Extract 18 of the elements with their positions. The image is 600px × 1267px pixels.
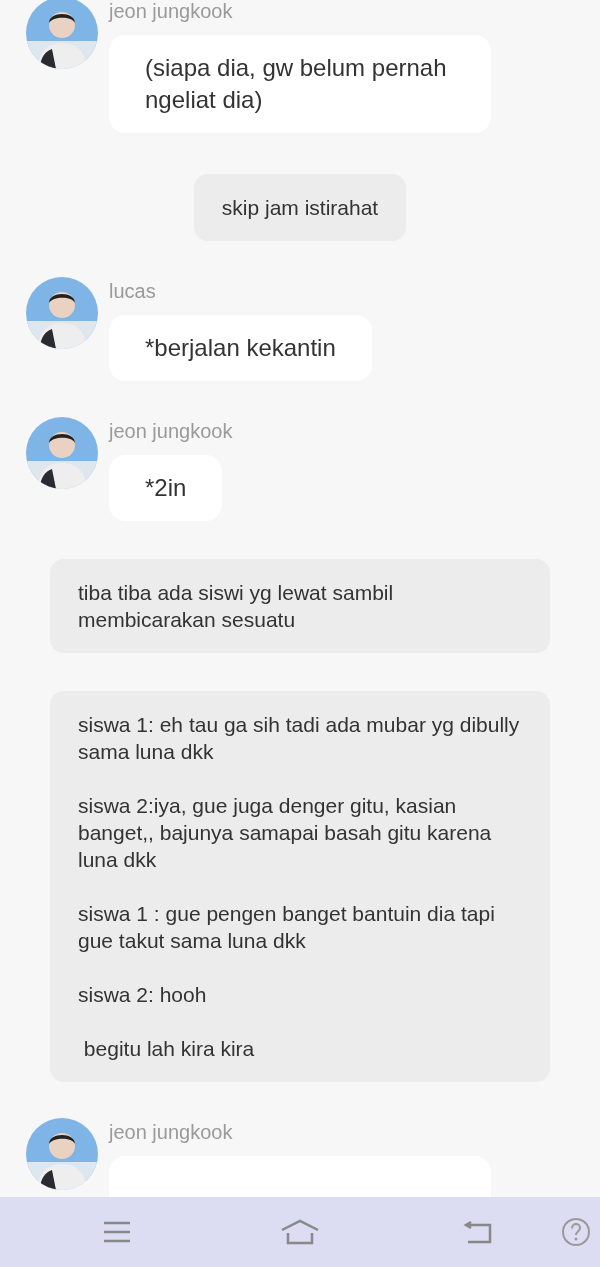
scene-text: tiba tiba ada siswi yg lewat sambil membicarakan sesuatu — [78, 580, 395, 633]
scene-text: begitu lah kira kira — [82, 1036, 256, 1062]
narration-bubble: skip jam istirahat — [193, 174, 407, 241]
sender-name: lucas — [109, 279, 156, 303]
back-icon[interactable] — [463, 1219, 493, 1245]
home-icon[interactable] — [280, 1219, 320, 1245]
message-bubble: (siapa dia, gw belum pernah ngeliat dia) — [109, 35, 491, 133]
sender-name: jeon jungkook — [109, 0, 233, 23]
scene-text: siswa 1: eh tau ga sih tadi ada mubar yg dibully sama luna dkk — [78, 712, 521, 765]
scene-text: siswa 1 : gue pengen banget bantuin dia tapi gue takut sama luna dkk — [78, 901, 496, 954]
sender-name: jeon jungkook — [109, 1120, 233, 1144]
help-icon[interactable] — [561, 1217, 591, 1247]
scene-text: siswa 2: hooh — [78, 982, 208, 1008]
menu-icon[interactable] — [102, 1220, 132, 1244]
scene-text: siswa 2:iya, gue juga denger gitu, kasian banget,, bajunya samapai basah gitu karena luna dkk — [78, 793, 493, 873]
message-bubble: *berjalan kekantin — [109, 315, 372, 381]
message-bubble: *2in — [109, 455, 223, 521]
sender-name: jeon jungkook — [109, 419, 233, 443]
